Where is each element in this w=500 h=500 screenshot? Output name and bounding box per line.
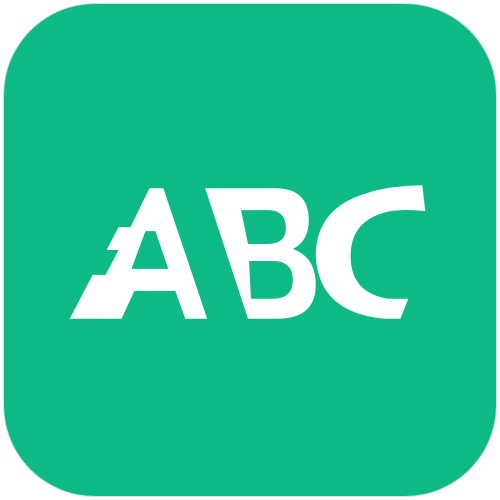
icon-canvas (0, 0, 500, 500)
abc-logo (4, 4, 496, 496)
app-icon[interactable] (3, 3, 497, 497)
